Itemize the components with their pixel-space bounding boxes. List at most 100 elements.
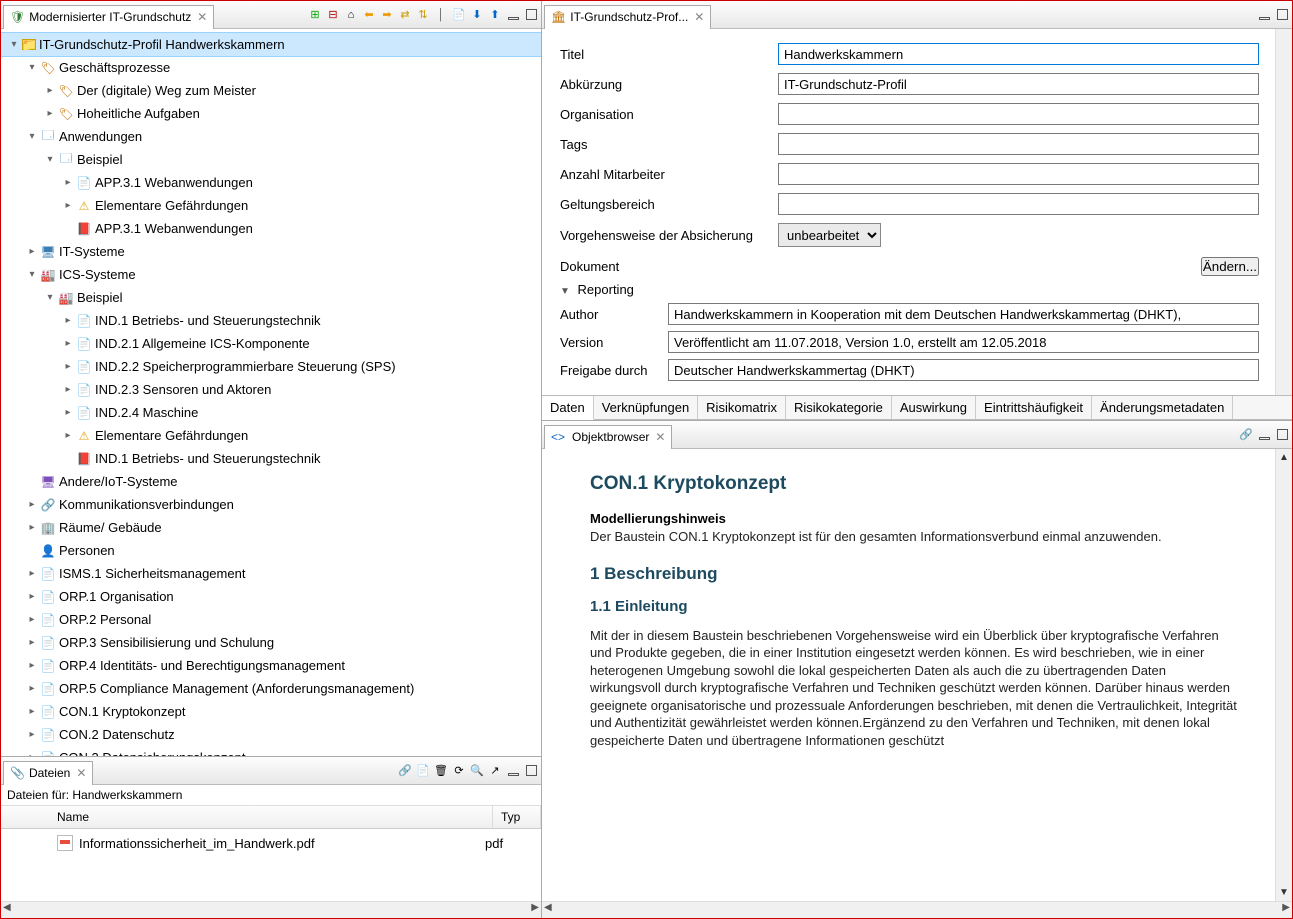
detail-tab[interactable]: Verknüpfungen (594, 396, 698, 419)
tree-node[interactable]: 📕IND.1 Betriebs- und Steuerungstechnik (1, 447, 541, 470)
input-version[interactable] (668, 331, 1259, 353)
twisty-icon[interactable]: ▸ (25, 568, 39, 579)
tree-node[interactable]: ▸🖥IT-Systeme (1, 240, 541, 263)
tree-node[interactable]: ▸📄ORP.1 Organisation (1, 585, 541, 608)
twisty-icon[interactable]: ▸ (61, 384, 75, 395)
files-col-name[interactable]: Name (1, 806, 493, 828)
refresh-icon[interactable]: ⟳ (451, 763, 467, 779)
file-row[interactable]: Informationssicherheit_im_Handwerk.pdfpd… (1, 829, 541, 857)
input-gelt[interactable] (778, 193, 1259, 215)
twisty-icon[interactable]: ▸ (25, 614, 39, 625)
tree-node[interactable]: ▸📄APP.3.1 Webanwendungen (1, 171, 541, 194)
minimize-icon[interactable] (1256, 7, 1272, 23)
input-abk[interactable] (778, 73, 1259, 95)
tree-node[interactable]: ▸📄IND.1 Betriebs- und Steuerungstechnik (1, 309, 541, 332)
tree-node[interactable]: ▾🏷Geschäftsprozesse (1, 56, 541, 79)
scroll-up-icon[interactable]: ▲ (1279, 452, 1289, 463)
input-tags[interactable] (778, 133, 1259, 155)
left-hscroll[interactable]: ◀▶ (1, 901, 541, 918)
twisty-icon[interactable]: ▸ (61, 200, 75, 211)
expand-all-icon[interactable]: ⊞ (307, 7, 323, 23)
form-vscroll[interactable] (1275, 29, 1292, 395)
select-vorg[interactable]: unbearbeitet (778, 223, 881, 247)
filter-icon[interactable]: ⇅ (415, 7, 431, 23)
detail-tab[interactable]: Daten (542, 396, 594, 420)
tree-node[interactable]: ▸🏷Hoheitliche Aufgaben (1, 102, 541, 125)
twisty-icon[interactable]: ▸ (25, 683, 39, 694)
tree-node[interactable]: ▸📄IND.2.4 Maschine (1, 401, 541, 424)
obj-view-tab[interactable]: <> Objektbrowser ✕ (544, 425, 672, 449)
tree-node[interactable]: ▸📄ORP.5 Compliance Management (Anforderu… (1, 677, 541, 700)
twisty-icon[interactable]: ▸ (25, 729, 39, 740)
delete-icon[interactable]: 🗑 (433, 763, 449, 779)
tree-node[interactable]: ▸📄IND.2.1 Allgemeine ICS-Komponente (1, 332, 541, 355)
close-icon[interactable]: ✕ (197, 10, 207, 24)
add-file-icon[interactable]: 📄 (415, 763, 431, 779)
close-icon[interactable]: ✕ (76, 766, 86, 780)
input-org[interactable] (778, 103, 1259, 125)
twisty-icon[interactable]: ▸ (61, 361, 75, 372)
twisty-icon[interactable]: ▸ (43, 108, 57, 119)
twisty-icon[interactable]: ▸ (25, 522, 39, 533)
detail-tab[interactable]: Änderungsmetadaten (1092, 396, 1233, 419)
twisty-icon[interactable]: ▾ (43, 292, 57, 303)
form-view-tab[interactable]: 🏛 IT-Grundschutz-Prof... ✕ (544, 5, 711, 29)
tree-node[interactable]: ▾📁IT-Grundschutz-Profil Handwerkskammern (1, 33, 541, 56)
tree[interactable]: ▾📁IT-Grundschutz-Profil Handwerkskammern… (1, 29, 541, 756)
twisty-icon[interactable]: ▸ (25, 660, 39, 671)
files-col-type[interactable]: Typ (493, 806, 541, 828)
tree-node[interactable]: 🖥Andere/IoT-Systeme (1, 470, 541, 493)
reporting-header[interactable]: ▼ Reporting (560, 282, 1259, 297)
twisty-icon[interactable]: ▸ (43, 85, 57, 96)
input-titel[interactable] (778, 43, 1259, 65)
import-icon[interactable]: ⬇ (469, 7, 485, 23)
detail-tab[interactable]: Risikokategorie (786, 396, 892, 419)
search-icon[interactable]: 🔍 (469, 763, 485, 779)
export-icon[interactable]: ⬆ (487, 7, 503, 23)
scroll-down-icon[interactable]: ▼ (1279, 887, 1289, 898)
twisty-icon[interactable]: ▾ (25, 269, 39, 280)
twisty-icon[interactable]: ▸ (61, 315, 75, 326)
twisty-icon[interactable]: ▸ (61, 407, 75, 418)
twisty-icon[interactable]: ▸ (25, 706, 39, 717)
forward-icon[interactable]: ➡ (379, 7, 395, 23)
input-anzahl[interactable] (778, 163, 1259, 185)
tree-node[interactable]: ▸📄ORP.2 Personal (1, 608, 541, 631)
twisty-icon[interactable]: ▾ (7, 39, 21, 50)
collapse-all-icon[interactable]: ⊟ (325, 7, 341, 23)
tree-view-tab[interactable]: 🛡 Modernisierter IT-Grundschutz ✕ (3, 5, 214, 29)
twisty-icon[interactable]: ▸ (61, 430, 75, 441)
obj-hscroll[interactable]: ◀▶ (542, 901, 1292, 918)
tree-node[interactable]: 📕APP.3.1 Webanwendungen (1, 217, 541, 240)
tree-node[interactable]: ▸📄IND.2.3 Sensoren und Aktoren (1, 378, 541, 401)
detail-tab[interactable]: Auswirkung (892, 396, 976, 419)
maximize-icon[interactable] (1274, 427, 1290, 443)
minimize-icon[interactable] (505, 763, 521, 779)
tree-node[interactable]: ▸📄CON.2 Datenschutz (1, 723, 541, 746)
detail-tab[interactable]: Eintrittshäufigkeit (976, 396, 1092, 419)
tree-node[interactable]: ▸🔗Kommunikationsverbindungen (1, 493, 541, 516)
maximize-icon[interactable] (1274, 7, 1290, 23)
tree-node[interactable]: ▸📄ORP.4 Identitäts- und Berechtigungsman… (1, 654, 541, 677)
tree-node[interactable]: ▸📄IND.2.2 Speicherprogrammierbare Steuer… (1, 355, 541, 378)
tree-node[interactable]: ▾🗔Anwendungen (1, 125, 541, 148)
tree-node[interactable]: ▸📄CON.3 Datensicherungskonzept (1, 746, 541, 756)
tree-node[interactable]: ▸🏷Der (digitale) Weg zum Meister (1, 79, 541, 102)
close-icon[interactable]: ✕ (655, 430, 665, 444)
change-button[interactable]: Ändern... (1201, 257, 1259, 276)
link-icon[interactable]: 🔗 (1238, 427, 1254, 443)
files-view-tab[interactable]: 📎 Dateien ✕ (3, 761, 93, 785)
link-icon[interactable]: 🔗 (397, 763, 413, 779)
obj-vscroll[interactable]: ▲ ▼ (1275, 449, 1292, 901)
twisty-icon[interactable]: ▾ (25, 131, 39, 142)
twisty-icon[interactable]: ▸ (25, 752, 39, 756)
tree-node[interactable]: ▸📄CON.1 Kryptokonzept (1, 700, 541, 723)
tree-node[interactable]: ▸📄ISMS.1 Sicherheitsmanagement (1, 562, 541, 585)
maximize-icon[interactable] (523, 7, 539, 23)
tree-node[interactable]: ▸🏢Räume/ Gebäude (1, 516, 541, 539)
minimize-icon[interactable] (505, 7, 521, 23)
tree-node[interactable]: ▾🏭ICS-Systeme (1, 263, 541, 286)
tree-node[interactable]: 👤Personen (1, 539, 541, 562)
twisty-icon[interactable]: ▸ (25, 246, 39, 257)
close-icon[interactable]: ✕ (694, 10, 704, 24)
